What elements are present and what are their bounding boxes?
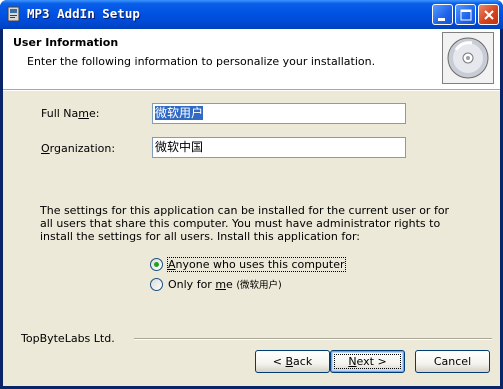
radio-only-me-label: Only for me (微软用户): [168, 278, 282, 291]
header-title: User Information: [13, 36, 119, 49]
footer-divider: [134, 338, 492, 340]
minimize-icon: [438, 18, 445, 21]
back-button[interactable]: < Back: [255, 350, 330, 373]
title-bar[interactable]: MP3 AddIn Setup: [0, 0, 503, 29]
maximize-icon: [460, 9, 472, 21]
minimize-button[interactable]: [432, 4, 453, 25]
next-button[interactable]: Next >: [330, 350, 405, 373]
close-button[interactable]: [478, 4, 499, 25]
full-name-label: Full Name:: [41, 107, 100, 120]
brand-label: TopByteLabs Ltd.: [21, 332, 115, 345]
organization-field[interactable]: 微软中国: [152, 137, 406, 158]
organization-label: Organization:: [41, 142, 116, 155]
header-subtitle: Enter the following information to perso…: [27, 55, 376, 68]
install-scope-description: The settings for this application can be…: [40, 204, 450, 243]
radio-only-me-button[interactable]: [150, 278, 163, 291]
full-name-value: 微软用户: [155, 106, 204, 120]
radio-anyone-button[interactable]: [150, 258, 163, 271]
radio-selected-dot: [154, 262, 159, 267]
cd-icon: [442, 32, 494, 84]
close-icon: [484, 10, 494, 20]
full-name-field[interactable]: 微软用户: [152, 103, 406, 124]
installer-icon: [7, 6, 20, 22]
setup-window: MP3 AddIn Setup User Information Enter t…: [0, 0, 503, 389]
window-title: MP3 AddIn Setup: [27, 6, 140, 21]
dialog-body: User Information Enter the following inf…: [3, 29, 500, 386]
organization-value: 微软中国: [155, 140, 204, 154]
wizard-header: User Information Enter the following inf…: [3, 29, 500, 89]
radio-anyone-label: Anyone who uses this computer: [167, 257, 346, 272]
cancel-button[interactable]: Cancel: [415, 350, 490, 373]
header-divider: [3, 89, 500, 91]
maximize-button[interactable]: [455, 4, 476, 25]
